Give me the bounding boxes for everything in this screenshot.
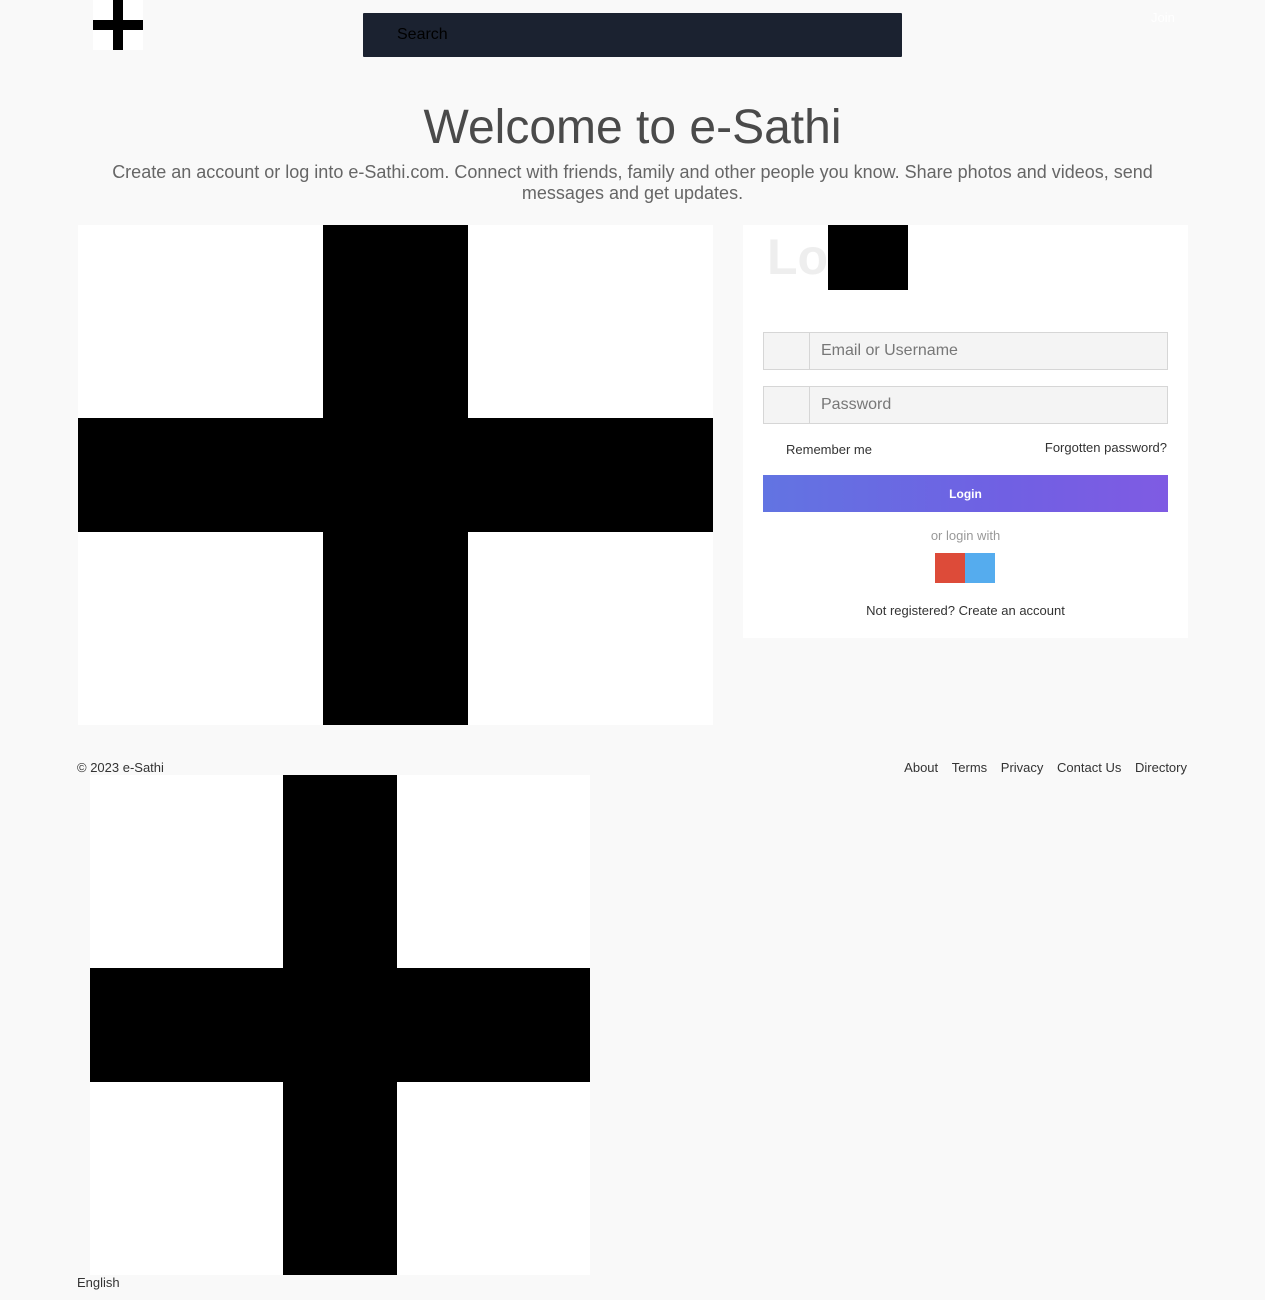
create-account-link[interactable]: Not registered? Create an account [743,603,1188,618]
footer-nav: About Terms Privacy Contact Us Directory [894,760,1187,775]
or-login-with-label: or login with [930,528,1001,543]
logo-cross-horizontal [93,20,143,30]
copyright: © 2023 e-Sathi [77,760,164,775]
password-input[interactable] [810,387,1167,423]
email-field[interactable] [763,332,1168,370]
password-field[interactable] [763,386,1168,424]
twitter-login-button[interactable] [965,553,995,583]
page-subtitle: Create an account or log into e-Sathi.co… [112,162,1153,203]
footer-link-about[interactable]: About [904,760,938,775]
hero-image [78,225,713,725]
google-login-button[interactable] [935,553,965,583]
footer-image-cross-horizontal [90,968,590,1082]
footer-link-terms[interactable]: Terms [952,760,987,775]
hero-image-cross-horizontal [78,418,713,532]
user-icon [764,333,810,369]
footer-image [90,775,590,1275]
login-title-image [828,225,908,290]
login-panel: Login Remember me Forgotten password? Lo… [743,225,1188,638]
search-bar[interactable] [363,13,902,57]
language-selector[interactable]: English [77,1275,120,1290]
page-title: Welcome to e-Sathi [423,101,842,154]
header-join-link[interactable]: Join [1151,10,1175,25]
footer-link-contact[interactable]: Contact Us [1057,760,1121,775]
remember-me-label: Remember me [786,442,872,457]
site-logo[interactable] [93,0,143,50]
forgot-password-link[interactable]: Forgotten password? [1045,440,1167,455]
footer-link-privacy[interactable]: Privacy [1001,760,1044,775]
email-input[interactable] [810,333,1167,369]
login-button[interactable]: Login [763,475,1168,512]
lock-icon [764,387,810,423]
footer-link-directory[interactable]: Directory [1135,760,1187,775]
search-input[interactable] [397,13,887,57]
remember-me-checkbox[interactable]: Remember me [786,442,872,457]
